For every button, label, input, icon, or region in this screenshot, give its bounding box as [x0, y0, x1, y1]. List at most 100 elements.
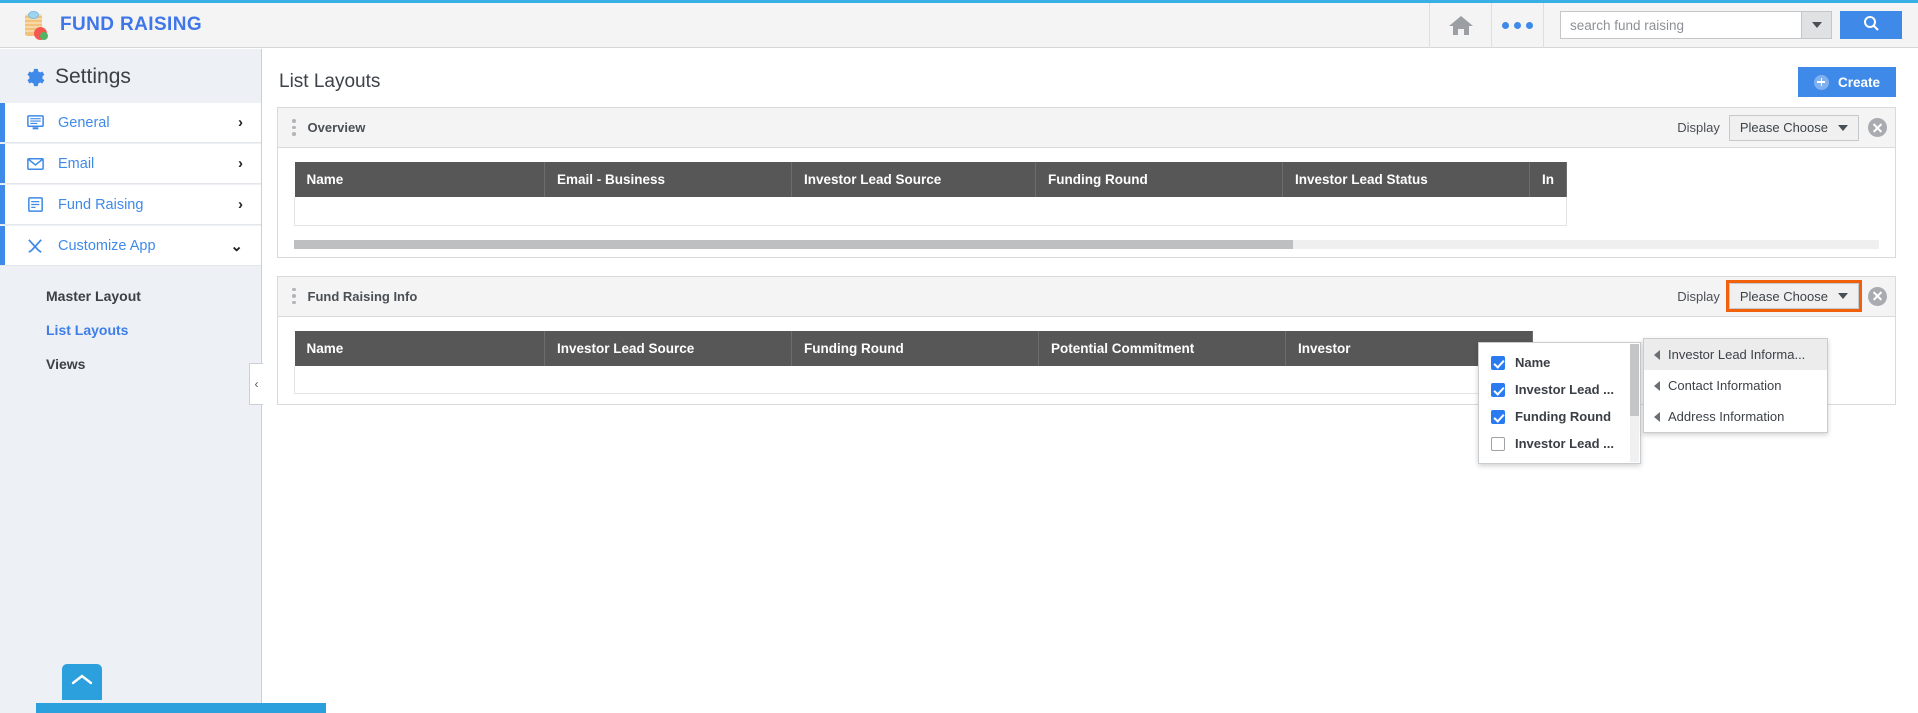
group-option-investor-lead-information[interactable]: Investor Lead Informa...: [1644, 339, 1827, 370]
remove-panel-button[interactable]: [1868, 118, 1887, 137]
search-button[interactable]: [1840, 11, 1902, 39]
chevron-down-icon: [1838, 124, 1848, 131]
drag-handle-icon[interactable]: [292, 287, 296, 305]
sidebar-item-label: Customize App: [58, 237, 156, 254]
field-option[interactable]: Name: [1479, 349, 1640, 376]
checkbox-checked-icon[interactable]: [1491, 409, 1505, 424]
triangle-left-icon: [1654, 349, 1660, 360]
chevron-down-icon: [1811, 22, 1822, 28]
settings-nav-list: General › Email › Fund Raising › Customi…: [0, 103, 261, 266]
column-header[interactable]: Name: [294, 162, 545, 197]
field-option[interactable]: Funding Round: [1479, 403, 1640, 430]
table-row: [294, 197, 1567, 226]
checkbox-unchecked-icon[interactable]: [1491, 436, 1505, 451]
column-header[interactable]: Investor Lead Source: [544, 330, 792, 366]
sidebar-item-label: Email: [58, 155, 95, 172]
brand-title: FUND RAISING: [60, 14, 203, 35]
scroll-to-top-button[interactable]: [62, 664, 102, 700]
sidebar-collapse-handle[interactable]: ‹: [249, 363, 263, 405]
tools-icon: [26, 236, 52, 255]
checkbox-checked-icon[interactable]: [1491, 355, 1505, 370]
sidebar-item-general[interactable]: General ›: [0, 103, 261, 143]
group-option-label: Address Information: [1668, 409, 1785, 424]
layout-columns-table: Name Investor Lead Source Funding Round …: [294, 330, 1533, 394]
chevron-left-icon: ‹: [254, 377, 259, 391]
panel-body: Name Email - Business Investor Lead Sour…: [278, 148, 1895, 236]
group-option-label: Investor Lead Informa...: [1668, 347, 1806, 362]
field-option-label: Name: [1515, 355, 1551, 370]
chevron-right-icon: ›: [238, 114, 243, 131]
display-dropdown-active[interactable]: Please Choose: [1725, 280, 1863, 312]
checkbox-checked-icon[interactable]: [1491, 382, 1505, 397]
sidebar-subitem-master-layout[interactable]: Master Layout: [46, 279, 261, 313]
app-header: FUND RAISING: [0, 2, 1918, 48]
column-header[interactable]: In: [1529, 162, 1567, 197]
sidebar-subitem-list-layouts[interactable]: List Layouts: [46, 313, 261, 347]
search-area: [1543, 2, 1918, 48]
bottom-accent-bar: [36, 703, 326, 713]
panel-header-actions: Display Please Choose: [1677, 280, 1887, 312]
group-option-label: Contact Information: [1668, 378, 1782, 393]
more-dots-icon: [1502, 21, 1533, 29]
field-group-submenu: Investor Lead Informa... Contact Informa…: [1643, 338, 1828, 433]
field-option[interactable]: Investor Lead ...: [1479, 430, 1640, 457]
remove-panel-button[interactable]: [1868, 286, 1887, 306]
column-header[interactable]: Funding Round: [791, 330, 1039, 366]
column-header[interactable]: Potential Commitment: [1038, 330, 1286, 366]
column-header[interactable]: Funding Round: [1035, 162, 1283, 197]
search-scope-dropdown[interactable]: [1801, 12, 1831, 38]
home-button[interactable]: [1429, 2, 1491, 48]
column-header[interactable]: Investor Lead Source: [791, 162, 1036, 197]
field-option-label: Investor Lead ...: [1515, 382, 1614, 397]
column-header[interactable]: Investor Lead Status: [1282, 162, 1530, 197]
monitor-icon: [26, 113, 52, 132]
drag-handle-icon[interactable]: [292, 119, 296, 136]
table-cell-empty: [294, 365, 1533, 394]
triangle-left-icon: [1654, 380, 1660, 391]
field-option-list: Name Investor Lead ... Funding Round Inv…: [1479, 343, 1640, 465]
chevron-up-icon: [71, 673, 93, 691]
table-cell-empty: [294, 197, 1567, 226]
horizontal-scrollbar[interactable]: [294, 239, 1879, 249]
field-option-label: Investor Lead ...: [1515, 436, 1614, 451]
checkbox-unchecked-icon[interactable]: [1491, 464, 1505, 465]
dropdown-scrollbar-thumb[interactable]: [1630, 344, 1639, 416]
table-row: [294, 365, 1533, 394]
field-option[interactable]: Investment St...: [1479, 457, 1640, 465]
triangle-left-icon: [1654, 411, 1660, 422]
display-label: Display: [1677, 288, 1720, 304]
panel-header: Fund Raising Info Display Please Choose: [278, 276, 1895, 317]
display-dropdown-value: Please Choose: [1739, 120, 1828, 135]
settings-sidebar: Settings General › Email › Fund Raising …: [0, 49, 262, 713]
sidebar-item-customize-app[interactable]: Customize App ⌄: [0, 226, 261, 266]
coin-stack-icon: [22, 10, 48, 40]
panel-header-actions: Display Please Choose: [1677, 114, 1887, 141]
more-menu-button[interactable]: [1491, 2, 1543, 48]
customize-app-submenu: Master Layout List Layouts Views: [0, 267, 261, 381]
sidebar-item-label: Fund Raising: [58, 196, 144, 213]
sidebar-item-label: General: [58, 114, 110, 131]
layout-columns-table: Name Email - Business Investor Lead Sour…: [294, 162, 1567, 226]
gear-icon: [22, 66, 45, 89]
column-header[interactable]: Email - Business: [544, 162, 792, 197]
create-button-label: Create: [1837, 74, 1880, 90]
search-icon: [1863, 15, 1880, 35]
field-option[interactable]: Investor Lead ...: [1479, 376, 1640, 403]
chevron-down-icon: ⌄: [230, 237, 243, 255]
create-button[interactable]: Create: [1797, 67, 1896, 97]
column-header[interactable]: Name: [294, 330, 545, 366]
panel-header: Overview Display Please Choose: [278, 108, 1895, 148]
page-title: List Layouts: [279, 71, 381, 92]
display-dropdown[interactable]: Please Choose: [1728, 114, 1859, 141]
brand[interactable]: FUND RAISING: [0, 10, 202, 40]
sidebar-subitem-views[interactable]: Views: [46, 347, 261, 381]
sidebar-item-email[interactable]: Email ›: [0, 144, 261, 184]
settings-header: Settings: [0, 49, 261, 101]
panel-title: Fund Raising Info: [307, 288, 418, 304]
plus-circle-icon: [1813, 74, 1829, 90]
field-option-label: Investment St...: [1515, 463, 1611, 464]
sidebar-item-fund-raising[interactable]: Fund Raising ›: [0, 185, 261, 225]
search-input[interactable]: [1561, 12, 1801, 38]
group-option-contact-information[interactable]: Contact Information: [1644, 370, 1827, 401]
group-option-address-information[interactable]: Address Information: [1644, 401, 1827, 432]
